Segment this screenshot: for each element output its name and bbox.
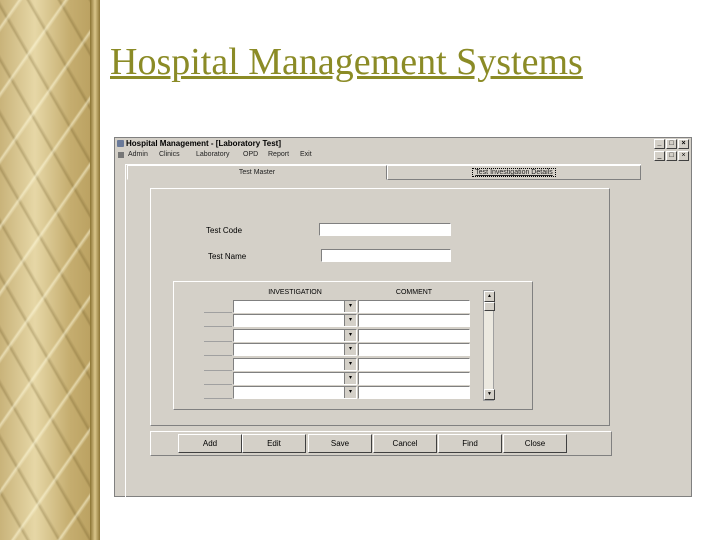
app-window: Hospital Management - [Laboratory Test] … [114, 137, 692, 498]
comment-field[interactable] [358, 386, 470, 399]
grid-scrollbar[interactable]: ▲ ▼ [483, 290, 495, 401]
row-header[interactable] [204, 329, 232, 342]
scroll-up-icon[interactable]: ▲ [484, 291, 495, 302]
edit-button[interactable]: Edit [242, 434, 306, 453]
row-header[interactable] [204, 314, 232, 327]
row-header[interactable] [204, 358, 232, 371]
tab-test-master[interactable]: Test Master [127, 165, 387, 180]
row-header[interactable] [204, 343, 232, 356]
tab-label: Test Investigation Details [472, 168, 556, 177]
test-code-label: Test Code [206, 226, 243, 235]
dropdown-arrow-icon[interactable]: ▾ [344, 330, 356, 341]
investigation-select[interactable]: ▾ [233, 372, 357, 385]
comment-field[interactable] [358, 329, 470, 342]
app-icon [117, 140, 124, 147]
test-name-label: Test Name [208, 252, 247, 261]
investigation-select[interactable]: ▾ [233, 300, 357, 313]
menu-clinics[interactable]: Clinics [159, 150, 180, 160]
decorative-side-strip [0, 0, 100, 540]
add-button[interactable]: Add [178, 434, 242, 453]
investigation-select[interactable]: ▾ [233, 386, 357, 399]
investigation-select[interactable]: ▾ [233, 314, 357, 327]
mdi-maximize-button[interactable]: □ [666, 151, 677, 161]
row-header[interactable] [204, 372, 232, 385]
close-button[interactable]: Close [503, 434, 567, 453]
dropdown-arrow-icon[interactable]: ▾ [344, 387, 356, 398]
tab-test-investigation-details[interactable]: Test Investigation Details [387, 165, 641, 180]
comment-field[interactable] [358, 300, 470, 313]
dropdown-arrow-icon[interactable]: ▾ [344, 373, 356, 384]
window-controls: _ □ × [653, 139, 689, 150]
investigation-select[interactable]: ▾ [233, 358, 357, 371]
window-title: Hospital Management - [Laboratory Test] [126, 139, 281, 148]
test-code-input[interactable] [319, 223, 451, 236]
menu-exit[interactable]: Exit [300, 150, 312, 160]
mdi-minimize-button[interactable]: _ [654, 151, 665, 161]
mdi-controls: _ □ × [653, 151, 689, 169]
title-bar: Hospital Management - [Laboratory Test] … [115, 138, 691, 149]
mdi-close-button[interactable]: × [678, 151, 689, 161]
comment-field[interactable] [358, 343, 470, 356]
maximize-button[interactable]: □ [666, 139, 677, 149]
minimize-button[interactable]: _ [654, 139, 665, 149]
scroll-down-icon[interactable]: ▼ [484, 389, 495, 400]
investigation-select[interactable]: ▾ [233, 329, 357, 342]
scroll-thumb[interactable] [484, 302, 495, 311]
cancel-button[interactable]: Cancel [373, 434, 437, 453]
find-button[interactable]: Find [438, 434, 502, 453]
dropdown-arrow-icon[interactable]: ▾ [344, 301, 356, 312]
strip-bevel [90, 0, 100, 540]
menu-admin[interactable]: Admin [128, 150, 148, 160]
comment-field[interactable] [358, 314, 470, 327]
menu-opd[interactable]: OPD [243, 150, 258, 160]
comment-field[interactable] [358, 372, 470, 385]
row-header[interactable] [204, 300, 232, 313]
dropdown-arrow-icon[interactable]: ▾ [344, 344, 356, 355]
row-header[interactable] [204, 386, 232, 399]
investigation-select[interactable]: ▾ [233, 343, 357, 356]
column-header-investigation: INVESTIGATION [268, 289, 322, 296]
test-name-input[interactable] [321, 249, 451, 262]
dropdown-arrow-icon[interactable]: ▾ [344, 315, 356, 326]
save-button[interactable]: Save [308, 434, 372, 453]
slide-title: Hospital Management Systems [110, 41, 583, 83]
close-window-button[interactable]: × [678, 139, 689, 149]
system-menu-icon[interactable] [118, 152, 124, 158]
menu-laboratory[interactable]: Laboratory [196, 150, 229, 160]
comment-field[interactable] [358, 358, 470, 371]
dropdown-arrow-icon[interactable]: ▾ [344, 359, 356, 370]
column-header-comment: COMMENT [395, 289, 433, 296]
menu-report[interactable]: Report [268, 150, 289, 160]
menu-bar: Admin Clinics Laboratory OPD Report Exit [115, 150, 691, 160]
